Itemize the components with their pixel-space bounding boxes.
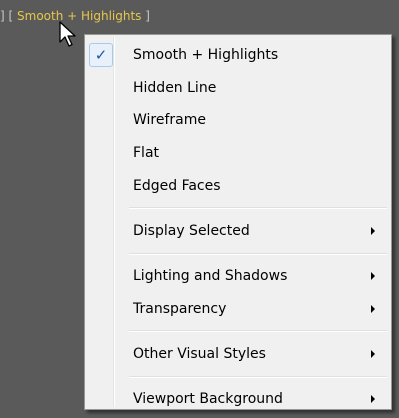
submenu-arrow-icon [371,395,375,403]
menu-item-other-visual-styles[interactable]: Other Visual Styles [87,338,389,370]
menu-item-label: Other Visual Styles [133,346,266,362]
menu-item-wireframe[interactable]: Wireframe [87,104,389,136]
menu-separator [129,330,387,332]
checkmark-icon: ✓ [89,43,113,67]
menu-item-label: Smooth + Highlights [133,47,279,63]
menu-item-transparency[interactable]: Transparency [87,293,389,325]
menu-item-hidden-line[interactable]: Hidden Line [87,72,389,104]
menu-item-label: Display Selected [133,223,250,239]
submenu-arrow-icon [371,227,375,235]
menu-item-viewport-background[interactable]: Viewport Background [87,383,389,415]
menu-item-lighting-shadows[interactable]: Lighting and Shadows [87,260,389,292]
menu-item-label: Flat [133,145,160,161]
menu-item-display-selected[interactable]: Display Selected [87,215,389,247]
label-left-fragment: ] [ [0,9,14,23]
submenu-arrow-icon [371,350,375,358]
menu-item-label: Edged Faces [133,178,221,194]
menu-separator [129,253,387,255]
menu-item-label: Transparency [133,301,227,317]
label-close-bracket: ] [145,9,150,23]
submenu-arrow-icon [371,305,375,313]
menu-item-label: Hidden Line [133,80,217,96]
visual-style-context-menu: ✓ Smooth + Highlights Hidden Line Wirefr… [84,34,392,410]
menu-separator [129,207,387,209]
menu-item-edged-faces[interactable]: Edged Faces [87,170,389,202]
menu-item-label: Lighting and Shadows [133,268,288,284]
menu-item-label: Wireframe [133,112,207,128]
menu-item-smooth-highlights[interactable]: ✓ Smooth + Highlights [87,39,389,71]
menu-item-label: Viewport Background [133,391,283,407]
menu-separator [129,376,387,378]
arrow-cursor-icon [59,21,76,47]
submenu-arrow-icon [371,272,375,280]
menu-item-flat[interactable]: Flat [87,137,389,169]
